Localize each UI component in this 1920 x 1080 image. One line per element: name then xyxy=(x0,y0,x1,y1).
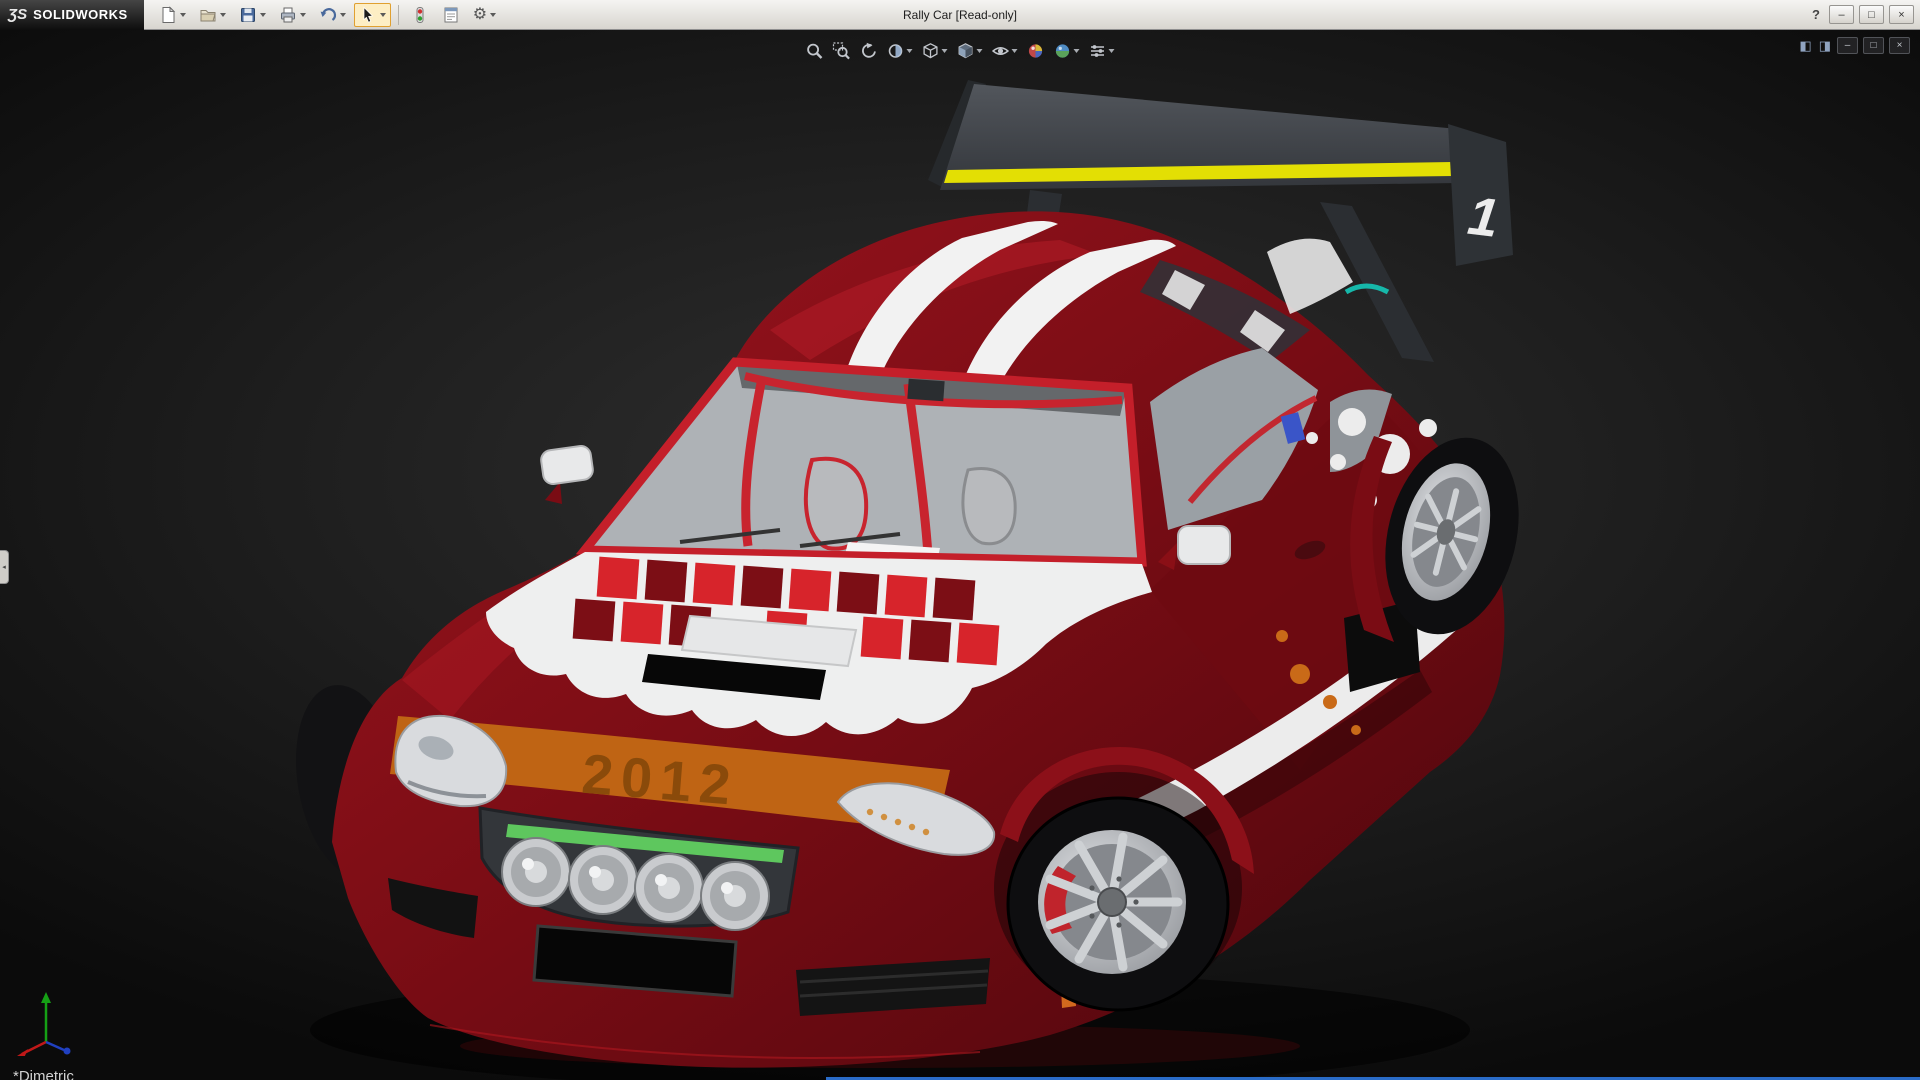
file-properties-button[interactable] xyxy=(437,3,465,27)
view-orientation-label: *Dimetric xyxy=(13,1068,74,1080)
titlebar: ƷS SOLIDWORKS xyxy=(0,0,1920,30)
view-settings-icon xyxy=(1089,42,1107,60)
zoom-fit-icon xyxy=(806,42,824,60)
view-orientation-cube-icon xyxy=(922,42,940,60)
doc-close-button[interactable]: × xyxy=(1889,37,1910,54)
zoom-to-area-button[interactable] xyxy=(833,42,851,60)
doc-restore-button[interactable]: □ xyxy=(1863,37,1884,54)
document-window-controls: ◧ ◨ – □ × xyxy=(1798,37,1910,54)
eye-icon xyxy=(992,42,1010,60)
brand-mark-icon: ƷS xyxy=(8,6,27,23)
side-mirror-left xyxy=(540,445,594,504)
pane-left-icon[interactable]: ◧ xyxy=(1798,39,1812,52)
dropdown-caret[interactable] xyxy=(180,13,186,17)
print-icon xyxy=(279,6,297,24)
view-settings-button[interactable] xyxy=(1089,42,1115,60)
pane-right-icon[interactable]: ◨ xyxy=(1818,39,1832,52)
previous-view-icon xyxy=(860,42,878,60)
display-style-button[interactable] xyxy=(957,42,983,60)
appearance-ball-icon xyxy=(1027,42,1045,60)
section-view-icon xyxy=(887,42,905,60)
main-toolbar: ⚙ xyxy=(154,3,501,27)
edit-appearance-button[interactable] xyxy=(1027,42,1045,60)
select-tool-button[interactable] xyxy=(354,3,391,27)
zoom-to-fit-button[interactable] xyxy=(806,42,824,60)
new-document-button[interactable] xyxy=(154,3,191,27)
options-button[interactable]: ⚙ xyxy=(468,3,501,27)
dropdown-caret[interactable] xyxy=(1109,49,1115,53)
rear-view-mirror xyxy=(907,379,944,401)
view-orientation-button[interactable] xyxy=(922,42,948,60)
doc-minimize-button[interactable]: – xyxy=(1837,37,1858,54)
save-floppy-icon xyxy=(239,6,257,24)
hide-show-items-button[interactable] xyxy=(992,42,1018,60)
window-title: Rally Car [Read-only] xyxy=(903,8,1017,22)
display-style-icon xyxy=(957,42,975,60)
dropdown-caret[interactable] xyxy=(907,49,913,53)
new-document-icon xyxy=(159,6,177,24)
heads-up-view-toolbar xyxy=(806,42,1115,60)
dropdown-caret[interactable] xyxy=(300,13,306,17)
undo-arrow-icon xyxy=(319,6,337,24)
brand-name: SOLIDWORKS xyxy=(33,7,128,22)
dropdown-caret[interactable] xyxy=(340,13,346,17)
rebuild-stoplight-icon xyxy=(411,6,429,24)
hood-year-text: 2012 xyxy=(580,742,741,817)
dropdown-caret[interactable] xyxy=(260,13,266,17)
rally-car-model[interactable]: 1 xyxy=(0,30,1920,1080)
maximize-button[interactable]: □ xyxy=(1859,5,1884,24)
open-document-button[interactable] xyxy=(194,3,231,27)
orientation-triad xyxy=(14,984,78,1056)
rebuild-button[interactable] xyxy=(406,3,434,27)
dropdown-caret[interactable] xyxy=(1012,49,1018,53)
driver-seat xyxy=(806,459,866,549)
minimize-button[interactable]: – xyxy=(1829,5,1854,24)
section-view-button[interactable] xyxy=(887,42,913,60)
center-cap xyxy=(1098,888,1126,916)
dropdown-caret[interactable] xyxy=(490,13,496,17)
dropdown-caret[interactable] xyxy=(220,13,226,17)
apply-scene-button[interactable] xyxy=(1054,42,1080,60)
gear-icon: ⚙ xyxy=(473,7,487,23)
titlebar-window-controls: ? – □ × xyxy=(1808,5,1920,24)
open-folder-icon xyxy=(199,6,217,24)
zoom-area-icon xyxy=(833,42,851,60)
undo-button[interactable] xyxy=(314,3,351,27)
scene-sphere-icon xyxy=(1054,42,1072,60)
passenger-seat xyxy=(963,469,1015,544)
solidworks-logo: ƷS SOLIDWORKS xyxy=(0,0,144,30)
dropdown-caret[interactable] xyxy=(942,49,948,53)
close-button[interactable]: × xyxy=(1889,5,1914,24)
toolbar-separator xyxy=(398,5,399,25)
file-properties-icon xyxy=(442,6,460,24)
save-button[interactable] xyxy=(234,3,271,27)
previous-view-button[interactable] xyxy=(860,42,878,60)
graphics-viewport[interactable]: ◧ ◨ – □ × ◂ xyxy=(0,30,1920,1080)
print-button[interactable] xyxy=(274,3,311,27)
dropdown-caret[interactable] xyxy=(1074,49,1080,53)
help-icon[interactable]: ? xyxy=(1808,7,1824,22)
panel-collapse-tab[interactable]: ◂ xyxy=(0,550,9,584)
dropdown-caret[interactable] xyxy=(380,13,386,17)
select-cursor-icon xyxy=(359,6,377,24)
dropdown-caret[interactable] xyxy=(977,49,983,53)
